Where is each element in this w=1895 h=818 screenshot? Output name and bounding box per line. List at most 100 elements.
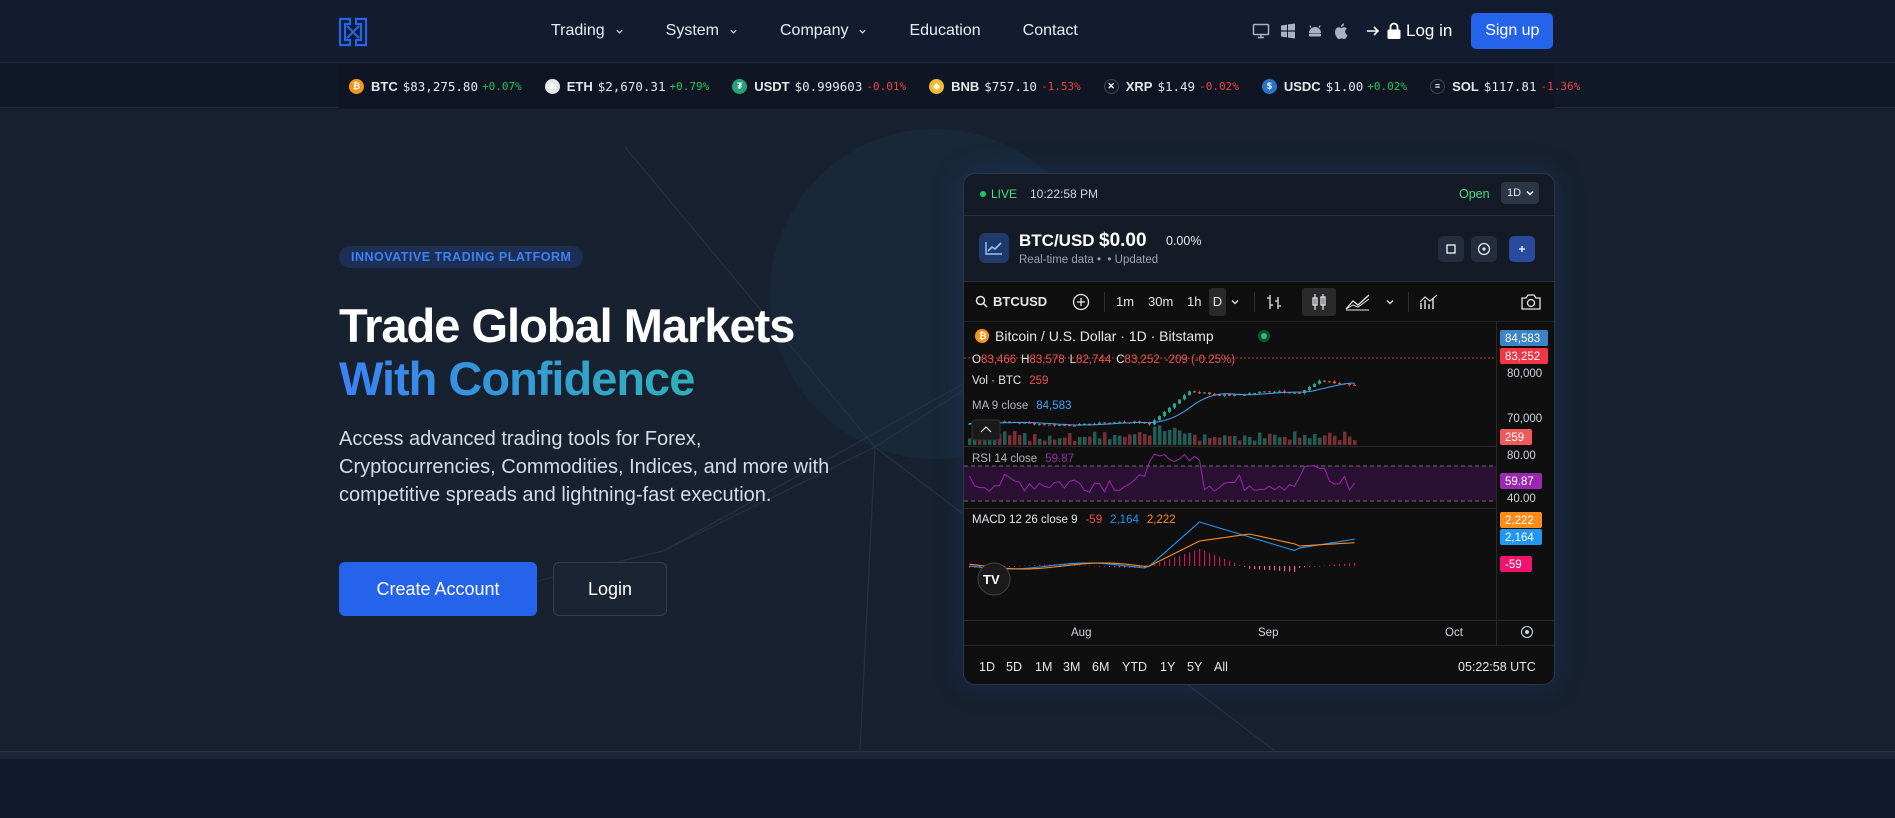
range-all[interactable]: All: [1214, 660, 1228, 674]
signup-button[interactable]: Sign up: [1471, 13, 1554, 49]
ticker-price: $1.49: [1157, 78, 1196, 94]
templates-icon[interactable]: [1419, 293, 1439, 311]
lock-icon: [1387, 22, 1401, 39]
market-open-dot: [1261, 333, 1267, 339]
ticker-item-usdt[interactable]: ₮ USDT $0.999603 -0.01%: [732, 78, 906, 94]
toolbar-divider: [1254, 292, 1255, 312]
square-icon: [1446, 244, 1456, 254]
time-scale-border: [964, 620, 1554, 621]
rsi-tag-label: 59.87: [1505, 476, 1534, 488]
macd-histogram-bar: [1119, 566, 1121, 568]
target-button[interactable]: [1471, 236, 1497, 262]
volume-bar: [1158, 425, 1162, 445]
volume-bar: [1318, 437, 1322, 445]
chevron-down-icon[interactable]: [1385, 297, 1395, 307]
macd-histogram-bar: [1229, 560, 1231, 566]
range-5y[interactable]: 5Y: [1187, 660, 1202, 674]
macd-legend: MACD 12 26 close 9 -59 2,164 2,222: [972, 514, 1176, 526]
volume-bar: [1338, 440, 1342, 445]
rsi-legend: RSI 14 close 59.87: [972, 453, 1074, 465]
interval-30m[interactable]: 30m: [1148, 294, 1173, 309]
settings-gear-center: [1525, 630, 1529, 634]
add-button[interactable]: [1509, 236, 1535, 262]
range-1m[interactable]: 1M: [1035, 660, 1052, 674]
macd-histogram-bar: [1224, 558, 1226, 566]
ticker-item-eth[interactable]: ◆ ETH $2,670.31 +0.79%: [544, 78, 710, 94]
hero-login-button[interactable]: Login: [553, 562, 667, 616]
indicators-icon[interactable]: [1345, 293, 1371, 311]
price-chart-canvas[interactable]: ₿ Bitcoin / U.S. Dollar · 1D · Bitstamp …: [964, 322, 1555, 645]
live-dot-icon: [980, 191, 986, 197]
chevron-down-icon: [1526, 190, 1534, 196]
candle-body: [1043, 424, 1046, 426]
candle-body: [1063, 425, 1066, 427]
ticker-change: +0.02%: [1367, 79, 1408, 93]
range-ytd[interactable]: YTD: [1122, 660, 1147, 674]
macd-histogram-bar: [1324, 565, 1326, 567]
range-5d[interactable]: 5D: [1006, 660, 1022, 674]
btc-coin-icon: ₿: [349, 78, 364, 94]
market-status: Open: [1459, 187, 1490, 201]
login-link[interactable]: Log in: [1366, 21, 1452, 41]
volume-bar: [1093, 431, 1097, 445]
symbol-search[interactable]: BTCUSD: [975, 294, 1047, 309]
volume-bar: [1143, 433, 1147, 445]
ticker-symbol: XRP: [1125, 78, 1153, 94]
macd-histogram-bar: [1239, 564, 1241, 566]
macd-histogram-bar: [1279, 566, 1281, 571]
volume-bar: [968, 438, 972, 445]
bar-chart-type-icon[interactable]: [1265, 293, 1283, 311]
ticker-price: $757.10: [984, 78, 1037, 94]
camera-icon[interactable]: [1520, 293, 1542, 311]
menu-education[interactable]: Education: [909, 22, 980, 40]
menu-system[interactable]: System: [666, 22, 738, 40]
pair-header: BTC/USD $0.00 0.00% Real-time data • • U…: [964, 216, 1554, 282]
macd-histogram-bar: [1199, 548, 1201, 566]
desktop-icon[interactable]: [1252, 22, 1270, 40]
tradingview-logo-glyph: TV: [983, 572, 1000, 587]
interval-1h[interactable]: 1h: [1187, 294, 1201, 309]
macd-histogram-bar: [1274, 566, 1276, 571]
symbol-label: BTCUSD: [993, 294, 1048, 309]
apple-icon[interactable]: [1333, 22, 1351, 40]
volume-bar: [1123, 436, 1127, 445]
interval-1m[interactable]: 1m: [1116, 294, 1134, 309]
ticker-item-sol[interactable]: ≡ SOL $117.81 -1.36%: [1430, 78, 1580, 94]
ticker-item-btc[interactable]: ₿ BTC $83,275.80 +0.07%: [349, 78, 522, 94]
menu-contact[interactable]: Contact: [1023, 22, 1078, 40]
android-icon[interactable]: [1306, 22, 1324, 40]
macd-histogram-bar: [1084, 565, 1086, 566]
candles-type-button[interactable]: [1302, 288, 1336, 316]
volume-bar: [1283, 436, 1287, 445]
range-3m[interactable]: 3M: [1063, 660, 1080, 674]
range-1d[interactable]: 1D: [979, 660, 995, 674]
timeframe-select[interactable]: 1D: [1501, 182, 1539, 204]
chevron-down-icon: [859, 29, 867, 34]
ticker-change: +0.79%: [669, 79, 710, 93]
ticker-item-bnb[interactable]: ◈ BNB $757.10 -1.53%: [929, 78, 1081, 94]
ticker-item-usdc[interactable]: $ USDC $1.00 +0.02%: [1261, 78, 1408, 94]
create-account-button[interactable]: Create Account: [339, 562, 537, 616]
menu-company[interactable]: Company: [780, 22, 867, 40]
compare-plus-icon[interactable]: [1072, 293, 1090, 311]
brand-logo-icon[interactable]: [338, 17, 368, 47]
chevron-down-icon[interactable]: [1230, 297, 1240, 307]
range-6m[interactable]: 6M: [1092, 660, 1109, 674]
menu-trading-label: Trading: [551, 22, 605, 39]
range-1y[interactable]: 1Y: [1160, 660, 1175, 674]
interval-d[interactable]: D: [1209, 288, 1226, 316]
macd-histogram-bar: [1284, 566, 1286, 572]
volume-bar: [1323, 435, 1327, 445]
usdc-coin-icon: $: [1261, 78, 1277, 94]
ticker-item-xrp[interactable]: ✕ XRP $1.49 -0.02%: [1103, 78, 1239, 94]
windows-icon[interactable]: [1279, 22, 1297, 40]
collapse-legend-button[interactable]: [971, 419, 1001, 441]
volume-bar: [1198, 440, 1202, 445]
hero-background-decoration: [427, 129, 1276, 751]
macd-histogram-bar: [1344, 563, 1346, 566]
stop-button[interactable]: [1438, 236, 1464, 262]
menu-trading[interactable]: Trading: [551, 22, 624, 40]
volume-bar: [1153, 426, 1157, 445]
volume-bar: [1068, 433, 1072, 445]
macd-histogram-bar: [1024, 565, 1026, 566]
